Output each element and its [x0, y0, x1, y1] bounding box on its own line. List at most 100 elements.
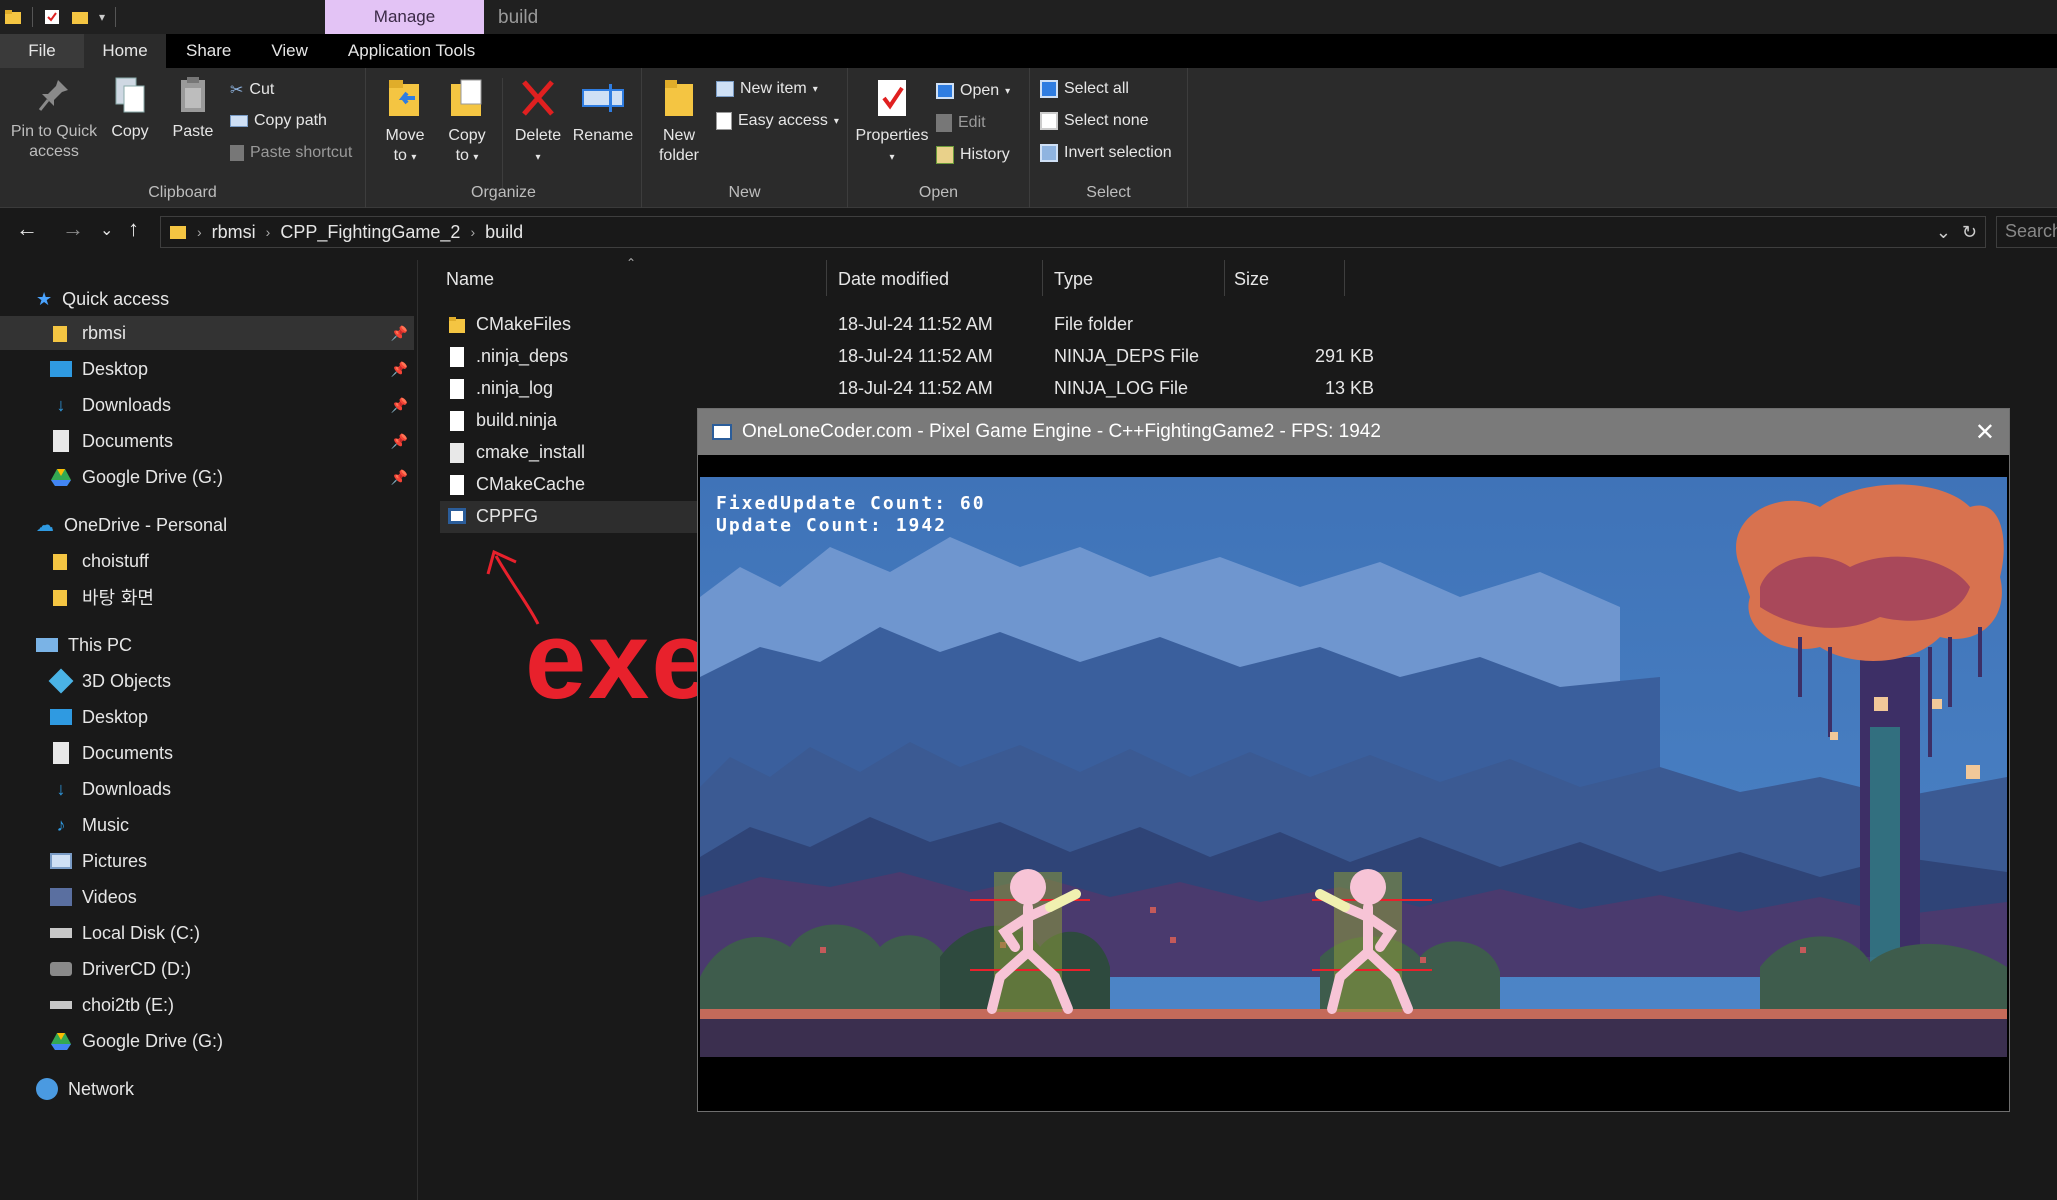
nav-item-pc-desktop[interactable]: Desktop	[50, 700, 148, 734]
nav-item-pc-documents[interactable]: Documents	[50, 736, 173, 770]
exe-app-icon	[448, 508, 466, 524]
new-folder-button[interactable]: New folder	[654, 76, 704, 166]
file-size: 291 KB	[1314, 346, 1374, 366]
search-box[interactable]: Search	[1996, 216, 2057, 248]
edit-button[interactable]: Edit	[936, 114, 986, 132]
paste-label: Paste	[172, 123, 214, 140]
nav-item-pc-google-drive[interactable]: Google Drive (G:)	[50, 1024, 223, 1058]
paste-button[interactable]: Paste	[168, 76, 218, 142]
column-header-date[interactable]: Date modified	[838, 264, 1042, 294]
copy-path-button[interactable]: Copy path	[230, 112, 327, 130]
column-divider[interactable]	[1224, 260, 1225, 296]
column-divider[interactable]	[826, 260, 827, 296]
new-item-button[interactable]: New item ▾	[716, 80, 818, 98]
nav-item-desktop-korean-label: 바탕 화면	[82, 588, 154, 609]
new-folder-icon[interactable]	[71, 8, 89, 26]
properties-button[interactable]: Properties ▾	[852, 76, 932, 168]
forward-arrow-icon[interactable]: →	[62, 216, 84, 242]
pin-to-quick-access-button[interactable]: Pin to Quick access	[6, 76, 102, 162]
invert-selection-button[interactable]: Invert selection	[1040, 144, 1172, 162]
pin-icon[interactable]: 📌	[391, 325, 408, 342]
rename-button[interactable]: Rename	[572, 76, 634, 146]
nav-item-drivercd-d-label: DriverCD (D:)	[82, 958, 191, 979]
game-window[interactable]: OneLoneCoder.com - Pixel Game Engine - C…	[697, 408, 2010, 1112]
nav-item-choi2tb-e-label: choi2tb (E:)	[82, 994, 175, 1015]
select-all-button[interactable]: Select all	[1040, 80, 1129, 98]
nav-item-desktop-korean[interactable]: 바탕 화면	[50, 580, 154, 614]
nav-item-rbmsi[interactable]: rbmsi 📌	[0, 316, 414, 350]
pin-icon[interactable]: 📌	[391, 433, 408, 450]
nav-item-drivercd-d[interactable]: DriverCD (D:)	[50, 952, 191, 986]
file-row[interactable]: .ninja_log 18-Jul-24 11:52 AM NINJA_LOG …	[440, 373, 1398, 405]
nav-onedrive[interactable]: ☁ OneDrive - Personal	[36, 508, 227, 542]
column-header-size[interactable]: Size	[1234, 264, 1344, 294]
game-title-bar[interactable]: OneLoneCoder.com - Pixel Game Engine - C…	[698, 409, 2009, 455]
organize-group: Move to ▾ Copy to ▾ Delete ▾ Rename Orga…	[366, 68, 642, 208]
column-header-type[interactable]: Type	[1054, 264, 1224, 294]
recent-locations-chevron-icon[interactable]: ⌄	[100, 220, 113, 240]
file-row[interactable]: .ninja_deps 18-Jul-24 11:52 AM NINJA_DEP…	[440, 341, 1398, 373]
nav-item-pictures[interactable]: Pictures	[50, 844, 147, 878]
nav-item-documents[interactable]: Documents 📌	[0, 424, 414, 458]
column-divider[interactable]	[1042, 260, 1043, 296]
history-button[interactable]: History	[936, 146, 1010, 164]
delete-x-icon	[522, 80, 554, 116]
breadcrumb-rbmsi[interactable]: rbmsi	[212, 222, 256, 243]
sort-chevron-up-icon: ⌃	[626, 256, 637, 270]
pin-icon[interactable]: 📌	[391, 397, 408, 414]
back-arrow-icon[interactable]: ←	[16, 216, 38, 242]
tab-share[interactable]: Share	[166, 34, 251, 68]
pin-icon[interactable]: 📌	[391, 361, 408, 378]
tab-file[interactable]: File	[0, 34, 84, 68]
nav-item-local-disk-c[interactable]: Local Disk (C:)	[50, 916, 200, 950]
address-dropdown-chevron-icon[interactable]: ⌄	[1936, 222, 1951, 243]
new-folder-label-line1: New	[662, 127, 695, 144]
paste-shortcut-button[interactable]: Paste shortcut	[230, 144, 352, 162]
ribbon-tabs: File Home Share View Application Tools	[0, 34, 2057, 68]
cut-button[interactable]: ✂ Cut	[230, 80, 274, 100]
properties-chevron-icon[interactable]: ▾	[852, 146, 932, 168]
tab-manage[interactable]: Manage	[325, 0, 484, 34]
up-arrow-icon[interactable]: ↑	[128, 216, 139, 242]
address-bar[interactable]: › rbmsi › CPP_FightingGame_2 › build ⌄ ↻	[160, 216, 1986, 248]
nav-item-google-drive[interactable]: Google Drive (G:) 📌	[0, 460, 414, 494]
breadcrumb-cpp-fightinggame-2[interactable]: CPP_FightingGame_2	[280, 222, 460, 243]
column-header-name[interactable]: Name ⌃	[446, 256, 826, 294]
delete-chevron-icon[interactable]: ▾	[510, 146, 566, 168]
nav-item-videos[interactable]: Videos	[50, 880, 137, 914]
copy-button[interactable]: Copy	[108, 76, 152, 142]
nav-item-choistuff[interactable]: choistuff	[50, 544, 149, 578]
easy-access-button[interactable]: Easy access ▾	[716, 112, 839, 130]
copy-to-button[interactable]: Copy to ▾	[442, 76, 492, 168]
properties-icon[interactable]	[43, 8, 61, 26]
nav-item-3d-objects-label: 3D Objects	[82, 670, 172, 691]
move-to-button[interactable]: Move to ▾	[380, 76, 430, 168]
nav-item-desktop[interactable]: Desktop 📌	[0, 352, 414, 386]
history-label: History	[960, 146, 1010, 163]
close-icon[interactable]: ✕	[1975, 418, 1995, 447]
customize-qat-chevron-icon[interactable]: ▾	[99, 10, 105, 24]
column-divider[interactable]	[1344, 260, 1345, 296]
tab-home[interactable]: Home	[84, 34, 166, 68]
open-button[interactable]: Open ▾	[936, 82, 1010, 100]
nav-item-3d-objects[interactable]: 3D Objects	[48, 664, 172, 698]
nav-quick-access[interactable]: ★ Quick access	[36, 282, 169, 316]
file-icon	[450, 443, 464, 463]
tab-view[interactable]: View	[251, 34, 328, 68]
delete-button[interactable]: Delete ▾	[510, 76, 566, 168]
nav-item-pc-downloads[interactable]: ↓ Downloads	[50, 772, 172, 806]
select-none-button[interactable]: Select none	[1040, 112, 1149, 130]
tab-application-tools[interactable]: Application Tools	[328, 34, 495, 68]
refresh-icon[interactable]: ↻	[1962, 222, 1977, 243]
nav-item-music[interactable]: ♪ Music	[50, 808, 130, 842]
pictures-icon	[50, 853, 72, 869]
nav-item-choi2tb-e[interactable]: choi2tb (E:)	[50, 988, 174, 1022]
breadcrumb-build[interactable]: build	[485, 222, 523, 243]
nav-this-pc[interactable]: This PC	[36, 628, 132, 662]
cloud-icon: ☁	[36, 514, 54, 535]
nav-network[interactable]: Network	[36, 1072, 134, 1106]
invert-selection-label: Invert selection	[1064, 144, 1172, 161]
pin-icon[interactable]: 📌	[391, 469, 408, 486]
file-row[interactable]: CMakeFiles 18-Jul-24 11:52 AM File folde…	[440, 309, 1398, 341]
nav-item-downloads[interactable]: ↓ Downloads 📌	[0, 388, 414, 422]
